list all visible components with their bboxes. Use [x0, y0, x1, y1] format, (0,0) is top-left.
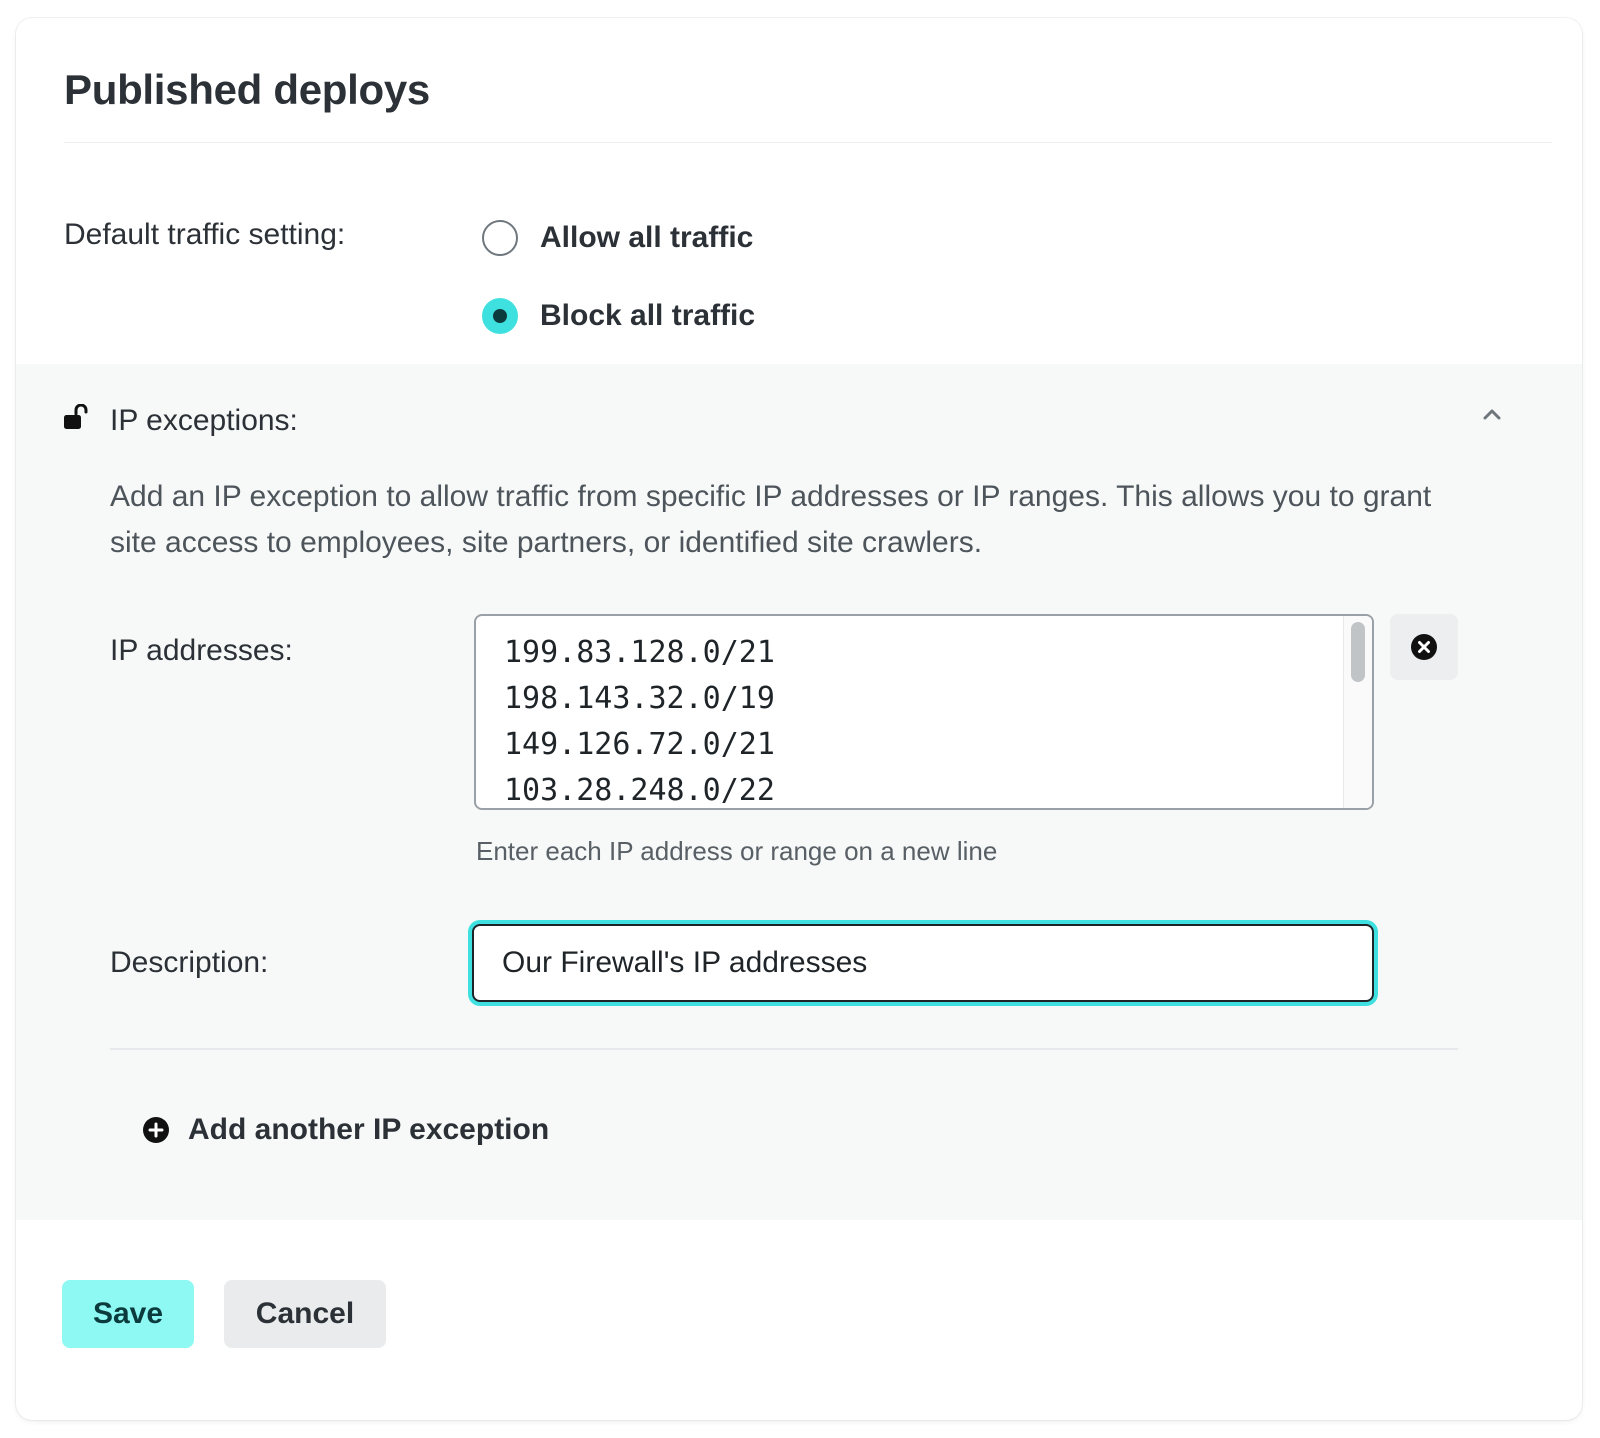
ip-exceptions-description: Add an IP exception to allow traffic fro…: [110, 480, 1432, 559]
ip-addresses-label: IP addresses:: [110, 634, 293, 667]
ip-exceptions-label: IP exceptions:: [110, 404, 298, 437]
remove-ip-exception-button[interactable]: [1390, 614, 1458, 680]
radio-unchecked-icon[interactable]: [482, 220, 518, 256]
radio-allow-all-traffic[interactable]: Allow all traffic: [482, 216, 753, 260]
ip-address-line: 149.126.72.0/21: [504, 727, 775, 762]
add-ip-exception-label: Add another IP exception: [188, 1113, 550, 1146]
cancel-button[interactable]: Cancel: [224, 1280, 386, 1348]
save-button[interactable]: Save: [62, 1280, 194, 1348]
page-title: Published deploys: [64, 66, 430, 113]
title-divider: [64, 142, 1552, 143]
ip-addresses-hint: Enter each IP address or range on a new …: [476, 836, 998, 866]
ip-address-line: 199.83.128.0/21: [504, 635, 775, 670]
ip-addresses-textarea[interactable]: 199.83.128.0/21 198.143.32.0/19 149.126.…: [474, 614, 1374, 810]
ip-address-line: 103.28.248.0/22: [504, 773, 775, 808]
published-deploys-card: Published deploys Default traffic settin…: [16, 18, 1582, 1420]
exceptions-divider: [110, 1048, 1458, 1050]
ip-address-line: 198.143.32.0/19: [504, 681, 775, 716]
description-input[interactable]: [472, 924, 1374, 1002]
radio-block-label: Block all traffic: [540, 299, 756, 332]
unlocked-padlock-icon: [64, 404, 88, 429]
ip-exceptions-panel: IP exceptions: Add an IP exception to al…: [16, 364, 1582, 1220]
textarea-scrollbar[interactable]: [1343, 616, 1372, 808]
radio-block-all-traffic[interactable]: Block all traffic: [482, 294, 755, 338]
add-ip-exception-button[interactable]: Add another IP exception: [142, 1108, 549, 1152]
scrollbar-thumb[interactable]: [1351, 622, 1365, 682]
ip-address-list: 199.83.128.0/21 198.143.32.0/19 149.126.…: [504, 630, 775, 808]
close-circle-icon: [1411, 634, 1437, 660]
description-label: Description:: [110, 946, 269, 979]
radio-allow-label: Allow all traffic: [540, 221, 754, 254]
default-traffic-label: Default traffic setting:: [64, 218, 346, 251]
chevron-up-icon[interactable]: [1482, 406, 1502, 422]
plus-circle-icon: [143, 1117, 169, 1143]
radio-checked-icon[interactable]: [482, 298, 518, 334]
